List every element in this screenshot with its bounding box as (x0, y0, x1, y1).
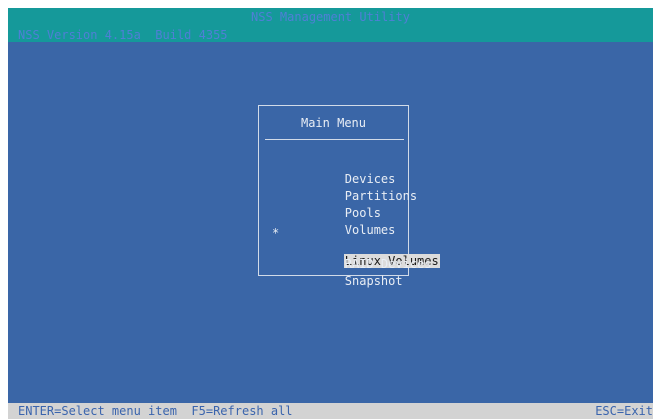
selection-marker: * (272, 226, 280, 240)
menu-divider (265, 139, 404, 140)
menu-item-label: Snapshot (344, 274, 403, 288)
menu-item-raid-devices[interactable]: RAID Devices (286, 243, 440, 271)
console-screen: NSS Management Utility NSS Version 4.15a… (8, 8, 653, 419)
menu-item-devices[interactable]: Devices (286, 158, 440, 186)
app-title: NSS Management Utility (251, 10, 410, 24)
footer-bar: ENTER=Select menu item F5=Refresh all ES… (8, 403, 653, 419)
menu-item-pools[interactable]: Pools (286, 192, 440, 220)
header-bar: NSS Management Utility NSS Version 4.15a… (8, 8, 653, 42)
exit-hint[interactable]: ESC=Exit (595, 404, 653, 418)
key-hints: ENTER=Select menu item F5=Refresh all (18, 404, 293, 418)
main-menu-dialog: Main Menu Devices Partitions Pools Volum… (258, 105, 440, 288)
menu-item-volumes[interactable]: Volumes (286, 209, 440, 237)
menu-item-partitions[interactable]: Partitions (286, 175, 440, 203)
menu-list: Devices Partitions Pools Volumes * Linux… (272, 158, 440, 288)
menu-item-linux-volumes[interactable]: * Linux Volumes (272, 226, 440, 268)
menu-item-snapshot[interactable]: Snapshot (286, 260, 440, 288)
menu-title: Main Menu (300, 116, 367, 130)
version-label: NSS Version 4.15a Build 4355 (18, 28, 228, 42)
